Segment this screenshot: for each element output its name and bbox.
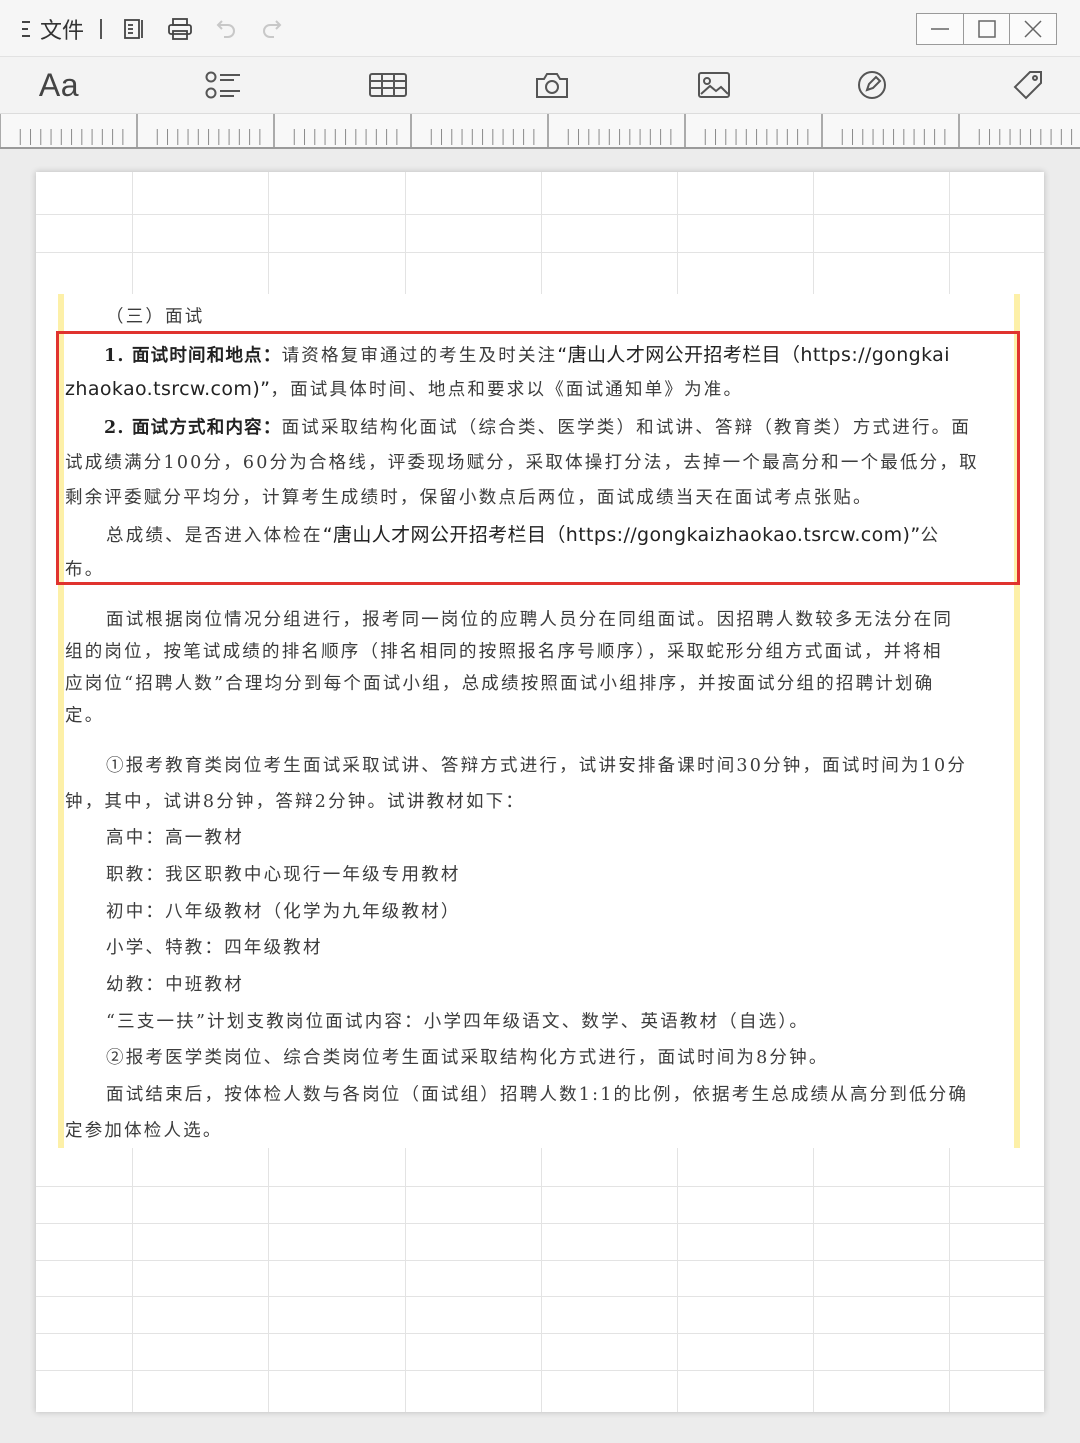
grid-line [36, 252, 1044, 253]
paragraph-line: 布。 [65, 560, 105, 580]
paragraph-line: zhaokao.tsrcw.com)”，面试具体时间、地点和要求以《面试通知单》… [65, 376, 743, 401]
minimize-icon[interactable] [917, 14, 964, 44]
section-heading: （三）面试 [106, 307, 205, 327]
font-style-label: Aa [38, 66, 80, 103]
grid-line [36, 1333, 1044, 1334]
grid-line [36, 214, 1044, 215]
menu-icon[interactable] [22, 19, 32, 39]
margin-bar [58, 294, 64, 1148]
undo-icon[interactable] [210, 14, 242, 44]
file-menu-button[interactable]: 文件 [40, 13, 84, 45]
paragraph-line: 1. 面试时间和地点：请资格复审通过的考生及时关注“唐山人才网公开招考栏目（ht… [104, 340, 950, 367]
paragraph-line: 2. 面试方式和内容：面试采取结构化面试（综合类、医学类）和试讲、答辩（教育类）… [104, 414, 971, 439]
ruler-ticks [0, 114, 1073, 147]
p2-label: 2. 面试方式和内容： [104, 418, 282, 438]
font-style-button[interactable]: Aa [36, 65, 82, 105]
paragraph-line: 剩余评委赋分平均分，计算考生成绩时，保留小数点后两位，面试成绩当天在面试考点张贴… [65, 488, 873, 508]
p1-text: 请资格复审通过的考生及时关注 [281, 346, 558, 366]
document-image: （三）面试 1. 面试时间和地点：请资格复审通过的考生及时关注“唐山人才网公开招… [56, 294, 1020, 1148]
paragraph-line: 面试结束后，按体检人数与各岗位（面试组）招聘人数1:1的比例，依据考生总成绩从高… [106, 1085, 969, 1105]
outline-icon[interactable] [118, 14, 150, 44]
grid-line [36, 1260, 1044, 1261]
grid-line [36, 1296, 1044, 1297]
list-icon[interactable] [203, 65, 243, 105]
image-icon[interactable] [694, 65, 734, 105]
paragraph-line: 试成绩满分100分，60分为合格线，评委现场赋分，采取体操打分法，去掉一个最高分… [65, 453, 979, 473]
grid-line [36, 1370, 1044, 1371]
p1-link-cont: zhaokao.tsrcw.com)” [65, 378, 271, 400]
paragraph-line: 定。 [65, 706, 105, 726]
camera-icon[interactable] [532, 65, 572, 105]
p3-link: “唐山人才网公开招考栏目（https://gongkaizhaokao.tsrc… [322, 524, 921, 546]
title-bar: 文件 [0, 0, 1080, 57]
tag-icon[interactable] [1010, 65, 1046, 105]
paragraph-line: 总成绩、是否进入体检在“唐山人才网公开招考栏目（https://gongkaiz… [106, 520, 940, 547]
window-controls [916, 13, 1057, 45]
redo-icon[interactable] [256, 14, 288, 44]
list-item: 高中：高一教材 [106, 828, 244, 848]
list-item: 幼教：中班教材 [106, 975, 244, 995]
divider [100, 19, 103, 39]
grid-line [36, 1186, 1044, 1187]
list-item: 初中：八年级教材（化学为九年级教材） [106, 902, 461, 922]
close-icon[interactable] [1010, 14, 1056, 44]
p2-text: 面试采取结构化面试（综合类、医学类）和试讲、答辩（教育类）方式进行。面 [281, 418, 972, 438]
p1-link: “唐山人才网公开招考栏目（https://gongkai [557, 344, 950, 366]
table-icon[interactable] [366, 65, 410, 105]
list-item: ②报考医学类岗位、综合类岗位考生面试采取结构化方式进行，面试时间为8分钟。 [106, 1048, 829, 1068]
p1-text-cont: ，面试具体时间、地点和要求以《面试通知单》为准。 [270, 380, 744, 400]
paragraph-line: 钟，其中，试讲8分钟，答辩2分钟。试讲教材如下： [65, 792, 526, 812]
margin-bar [1014, 294, 1020, 1148]
list-item: 小学、特教：四年级教材 [106, 938, 323, 958]
paragraph-line: 应岗位“招聘人数”合理均分到每个面试小组，总成绩按照面试小组排序，并按面试分组的… [65, 674, 935, 694]
document-page: （三）面试 1. 面试时间和地点：请资格复审通过的考生及时关注“唐山人才网公开招… [36, 172, 1044, 1412]
toolbar: Aa [0, 57, 1080, 113]
list-item: 职教：我区职教中心现行一年级专用教材 [106, 865, 461, 885]
p3-text: 总成绩、是否进入体检在 [106, 526, 323, 546]
paragraph-line: ①报考教育类岗位考生面试采取试讲、答辩方式进行，试讲安排备课时间30分钟，面试时… [106, 756, 968, 776]
print-icon[interactable] [164, 14, 196, 44]
p3-text-end: 公 [920, 526, 941, 546]
list-item: “三支一扶”计划支教岗位面试内容：小学四年级语文、数学、英语教材（自选）。 [106, 1012, 810, 1032]
pen-icon[interactable] [852, 65, 892, 105]
p1-label: 1. 面试时间和地点： [104, 346, 282, 366]
paragraph-line: 组的岗位，按笔试成绩的排名顺序（排名相同的按照报名序号顺序），采取蛇形分组方式面… [65, 642, 943, 662]
grid-line [36, 1223, 1044, 1224]
title-bar-left: 文件 [22, 14, 302, 44]
paragraph-line: 定参加体检人选。 [65, 1121, 223, 1141]
ruler[interactable] [0, 113, 1080, 149]
paragraph-line: 面试根据岗位情况分组进行，报考同一岗位的应聘人员分在同组面试。因招聘人数较多无法… [106, 610, 954, 630]
maximize-icon[interactable] [964, 14, 1011, 44]
